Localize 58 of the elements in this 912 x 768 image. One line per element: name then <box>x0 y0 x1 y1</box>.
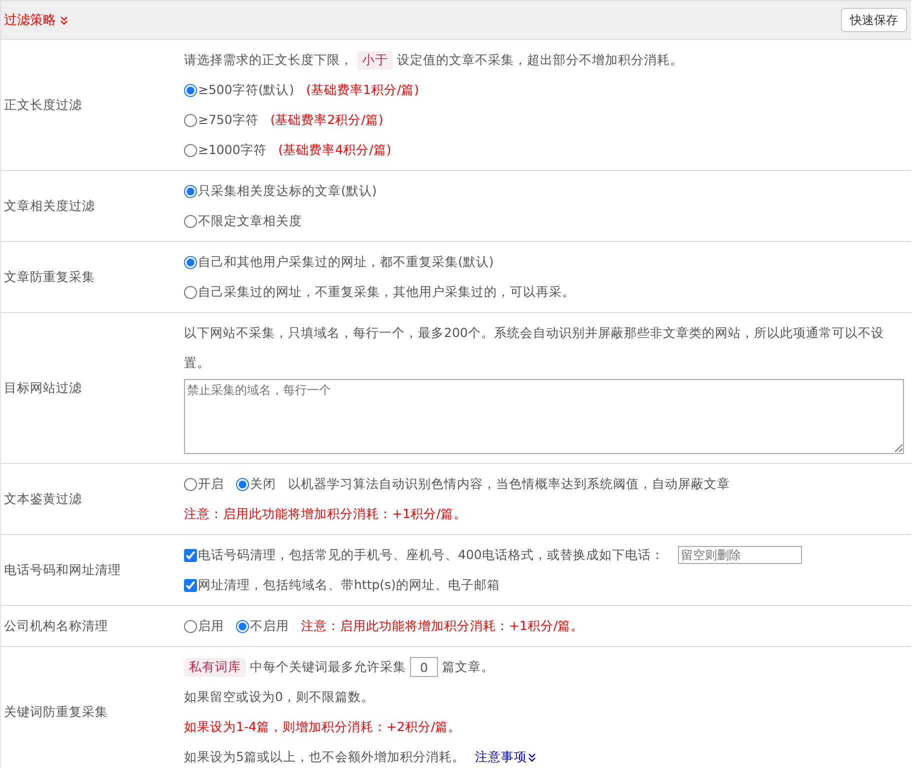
section-title: 过滤策略 <box>4 12 56 29</box>
radio-button[interactable] <box>184 114 197 126</box>
option-label: 不启用 <box>250 618 289 634</box>
option-label: ≥500字符(默认) <box>198 82 294 98</box>
tag-label: 小于 <box>357 50 393 70</box>
warning-text: (基础费率4积分/篇) <box>278 141 392 159</box>
row-label: 文章防重复采集 <box>3 268 96 286</box>
warning-text: (基础费率2积分/篇) <box>270 111 384 129</box>
row-label: 目标网站过滤 <box>3 380 83 396</box>
domain-textarea[interactable]: 禁止采集的域名，每行一个 <box>184 379 904 454</box>
option-label: 自己采集过的网址，不重复采集，其他用户采集过的，可以再采。 <box>198 284 575 300</box>
option-label: 自己和其他用户采集过的网址，都不重复采集(默认) <box>198 254 494 270</box>
checkbox[interactable] <box>184 578 197 592</box>
option-label: ≥750字符 <box>198 112 258 128</box>
radio-button[interactable] <box>184 256 197 268</box>
radio-button[interactable] <box>184 84 197 96</box>
tag-label: 私有词库 <box>184 658 246 676</box>
radio-button[interactable] <box>184 620 197 632</box>
row-label: 关键词防重复采集 <box>3 704 109 720</box>
row-label: 正文长度过滤 <box>3 96 83 114</box>
description-text: 篇文章。 <box>442 658 494 676</box>
warning-text: 注意：启用此功能将增加积分消耗：+1积分/篇。 <box>301 617 584 635</box>
description-text: 请选择需求的正文长度下限， <box>184 51 353 69</box>
option-label: ≥1000字符 <box>198 142 266 158</box>
save-button[interactable]: 快速保存 <box>841 8 907 32</box>
row-label: 文章相关度过滤 <box>3 198 96 214</box>
number-field[interactable]: 0 <box>410 657 438 677</box>
radio-button[interactable] <box>184 144 197 156</box>
option-label: 启用 <box>198 618 224 634</box>
option-label: 开启 <box>198 476 224 492</box>
notes-link[interactable]: 注意事项 <box>474 748 536 766</box>
radio-button[interactable] <box>184 214 197 228</box>
option-label: 关闭 <box>250 476 276 492</box>
warning-text: 注意：启用此功能将增加积分消耗：+1积分/篇。 <box>184 505 467 523</box>
chevron-down-icon <box>528 752 536 762</box>
option-label: 电话号码清理，包括常见的手机号、座机号、400电话格式，或替换成如下电话： <box>198 546 664 564</box>
radio-button[interactable] <box>184 286 197 298</box>
description-text: 以机器学习算法自动识别色情内容，当色情概率达到系统阈值，自动屏蔽文章 <box>288 475 730 493</box>
radio-button[interactable] <box>184 478 197 490</box>
description-text: 如果留空或设为0，则不限篇数。 <box>184 688 374 706</box>
option-label: 网址清理，包括纯域名、带http(s)的网址、电子邮箱 <box>198 576 500 594</box>
description-text: 设定值的文章不采集，超出部分不增加积分消耗。 <box>397 51 683 69</box>
row-label: 电话号码和网址清理 <box>3 562 122 578</box>
description-text: 中每个关键词最多允许采集 <box>250 658 406 676</box>
radio-button[interactable] <box>236 620 249 632</box>
phone-field[interactable]: 留空则删除 <box>678 546 802 564</box>
chevron-down-icon <box>60 16 68 24</box>
row-label: 公司机构名称清理 <box>3 618 109 634</box>
description-text: 以下网站不采集，只填域名，每行一个，最多200个。系统会自动识别并屏蔽那些非文章类的网站，所以此项通常可以不设置。 <box>184 324 885 372</box>
radio-button[interactable] <box>236 478 249 490</box>
warning-text: (基础费率1积分/篇) <box>306 81 420 99</box>
option-label: 只采集相关度达标的文章(默认) <box>198 182 377 200</box>
radio-button[interactable] <box>184 184 197 198</box>
warning-text: 如果设为1-4篇，则增加积分消耗：+2积分/篇。 <box>184 718 462 736</box>
option-label: 不限定文章相关度 <box>198 212 302 230</box>
row-label: 文本鉴黄过滤 <box>3 490 83 508</box>
checkbox[interactable] <box>184 548 197 562</box>
description-text: 如果设为5篇或以上，也不会额外增加积分消耗。 <box>184 748 465 766</box>
